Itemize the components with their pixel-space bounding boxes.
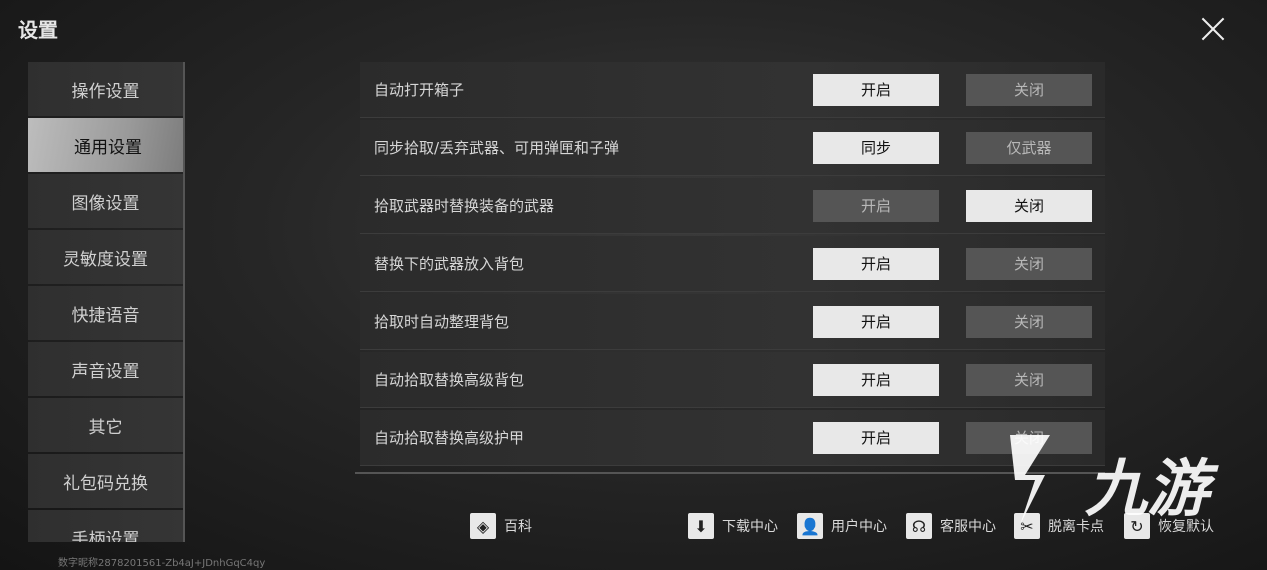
setting-label: 自动打开箱子 [374, 81, 465, 99]
setting-row: 拾取武器时替换装备的武器 开启 关闭 [360, 178, 1105, 234]
sidebar: 操作设置 通用设置 图像设置 灵敏度设置 快捷语音 声音设置 其它 礼包码兑换 … [28, 62, 185, 542]
sidebar-item-controls[interactable]: 操作设置 [28, 62, 183, 116]
option-b-button[interactable]: 关闭 [966, 363, 1092, 396]
option-b-button[interactable]: 仅武器 [966, 131, 1092, 164]
option-a-button[interactable]: 开启 [813, 247, 939, 280]
download-icon: ⬇ [688, 513, 714, 539]
page-title: 设置 [18, 18, 58, 42]
wiki-icon: ◈ [470, 513, 496, 539]
sidebar-item-gamepad[interactable]: 手柄设置 [28, 510, 183, 542]
sidebar-item-general[interactable]: 通用设置 [28, 118, 183, 172]
option-a-button[interactable]: 开启 [813, 363, 939, 396]
option-b-button[interactable]: 关闭 [966, 189, 1092, 222]
option-b-button[interactable]: 关闭 [966, 305, 1092, 338]
sidebar-item-sensitivity[interactable]: 灵敏度设置 [28, 230, 183, 284]
setting-row: 自动拾取替换高级背包 开启 关闭 [360, 352, 1105, 408]
sidebar-item-gift-code[interactable]: 礼包码兑换 [28, 454, 183, 508]
option-a-button[interactable]: 同步 [813, 131, 939, 164]
sidebar-item-other[interactable]: 其它 [28, 398, 183, 452]
wiki-button[interactable]: ◈ 百科 [470, 513, 532, 539]
option-b-button[interactable]: 关闭 [966, 247, 1092, 280]
setting-row: 自动打开箱子 开启 关闭 [360, 62, 1105, 118]
close-icon[interactable] [1196, 12, 1230, 46]
setting-label: 替换下的武器放入背包 [374, 255, 525, 273]
setting-label: 同步拾取/丢弃武器、可用弹匣和子弹 [374, 139, 620, 157]
sidebar-item-sound[interactable]: 声音设置 [28, 342, 183, 396]
user-icon: 👤 [797, 513, 823, 539]
wiki-label: 百科 [504, 519, 532, 535]
download-center-button[interactable]: ⬇ 下载中心 [688, 513, 778, 539]
option-a-button[interactable]: 开启 [813, 421, 939, 454]
support-label: 客服中心 [940, 519, 996, 535]
logo-text: 九游 [1085, 452, 1219, 525]
setting-row: 替换下的武器放入背包 开启 关闭 [360, 236, 1105, 292]
user-label: 用户中心 [831, 519, 887, 535]
setting-label: 自动拾取替换高级护甲 [374, 429, 525, 447]
settings-list: 自动打开箱子 开启 关闭 同步拾取/丢弃武器、可用弹匣和子弹 同步 仅武器 拾取… [360, 62, 1105, 468]
setting-label: 自动拾取替换高级背包 [374, 371, 525, 389]
support-center-button[interactable]: ☊ 客服中心 [906, 513, 996, 539]
option-b-button[interactable]: 关闭 [966, 73, 1092, 106]
setting-row: 拾取时自动整理背包 开启 关闭 [360, 294, 1105, 350]
setting-label: 拾取时自动整理背包 [374, 313, 510, 331]
setting-label: 拾取武器时替换装备的武器 [374, 197, 555, 215]
sidebar-item-quick-voice[interactable]: 快捷语音 [28, 286, 183, 340]
sidebar-item-graphics[interactable]: 图像设置 [28, 174, 183, 228]
jiuyou-logo: 九游 [1010, 435, 1219, 525]
logo-mark-icon [1010, 435, 1050, 525]
player-id-text: 数字昵称2878201561-Zb4aJ+JDnhGqC4qy [58, 558, 266, 569]
download-label: 下载中心 [722, 519, 778, 535]
headset-icon: ☊ [906, 513, 932, 539]
setting-row: 同步拾取/丢弃武器、可用弹匣和子弹 同步 仅武器 [360, 120, 1105, 176]
option-a-button[interactable]: 开启 [813, 73, 939, 106]
option-a-button[interactable]: 开启 [813, 189, 939, 222]
option-a-button[interactable]: 开启 [813, 305, 939, 338]
user-center-button[interactable]: 👤 用户中心 [797, 513, 887, 539]
